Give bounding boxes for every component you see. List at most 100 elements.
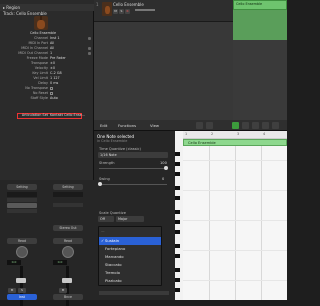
menu-separator: —	[101, 229, 105, 233]
midi-in-icon[interactable]	[196, 122, 203, 129]
swing-label: Swing	[99, 177, 110, 181]
octave-gridline	[183, 190, 287, 191]
black-key[interactable]	[175, 254, 180, 258]
black-key[interactable]	[175, 152, 180, 156]
cello-instrument-icon[interactable]	[102, 2, 112, 16]
articulation-item-tremolo[interactable]: Tremolo	[99, 269, 161, 277]
strength-slider-track[interactable]	[99, 168, 167, 169]
articulation-item-staccato[interactable]: Staccato	[99, 261, 161, 269]
track-solo-button[interactable]: S	[119, 9, 124, 14]
strength-value[interactable]: 100	[160, 161, 167, 165]
swing-value[interactable]: 0	[162, 177, 164, 181]
swing-slider-handle[interactable]	[98, 182, 102, 186]
black-key[interactable]	[175, 196, 180, 200]
articulation-item-fortepiano[interactable]: Fortepiano	[99, 245, 161, 253]
param-row-articulation-set: Articulation Set Kontakt Cello Ense...	[0, 113, 94, 118]
no-reset-checkbox[interactable]	[50, 92, 53, 95]
link-icon[interactable]	[242, 122, 249, 129]
midi-region-body[interactable]	[233, 10, 287, 40]
time-quantize-dropdown[interactable]: 1/16 Note	[98, 152, 168, 158]
audio-fx-slot[interactable]	[53, 203, 83, 207]
bar-label: 2	[211, 132, 214, 136]
view-menu[interactable]: View	[150, 122, 159, 129]
empty-track-lane[interactable]	[94, 22, 233, 120]
articulation-item-marcando[interactable]: Marcando	[99, 253, 161, 261]
track-number: 1	[96, 2, 99, 7]
bar-label: 4	[263, 132, 266, 136]
catch-icon[interactable]	[232, 122, 239, 129]
pointer-tool-icon[interactable]	[252, 122, 259, 129]
pan-knob[interactable]	[16, 246, 28, 258]
no-transpose-checkbox[interactable]	[50, 87, 53, 90]
midi-region[interactable]: Cello Ensemble	[233, 0, 287, 10]
zoom-icon[interactable]	[272, 122, 279, 129]
volume-fader-handle[interactable]	[62, 278, 72, 283]
setting-button[interactable]: Setting	[7, 184, 37, 190]
solo-button[interactable]: S	[18, 288, 26, 293]
channel-strip-instrument: Setting Read 0.0 M S Inst	[2, 180, 46, 306]
black-key[interactable]	[175, 172, 180, 176]
param-label: Staff Style	[30, 96, 49, 100]
bar-label: 1	[185, 132, 188, 136]
black-key[interactable]	[175, 186, 180, 190]
velocity-bar[interactable]	[99, 291, 169, 295]
articulation-set-value[interactable]: Kontakt Cello Ense...	[50, 113, 85, 118]
automation-read-button[interactable]: Read	[7, 238, 37, 244]
scale-quantize-root-dropdown[interactable]: Off	[98, 216, 114, 222]
param-row-staff-style: Staff Style Auto	[0, 96, 94, 101]
black-key[interactable]	[175, 220, 180, 224]
black-key[interactable]	[175, 162, 180, 166]
edit-menu[interactable]: Edit	[100, 122, 107, 129]
midi-fx-slot[interactable]	[7, 198, 37, 202]
piano-roll-region-header[interactable]: Cello Ensemble	[183, 139, 287, 146]
stepper-icon[interactable]	[88, 47, 91, 50]
region-name: Cello Ensemble	[188, 141, 216, 145]
scale-quantize-type-dropdown[interactable]: Major	[116, 216, 144, 222]
black-key[interactable]	[175, 244, 180, 248]
automation-read-button[interactable]: Read	[53, 238, 83, 244]
piano-keyboard[interactable]	[175, 131, 183, 300]
pan-knob[interactable]	[62, 246, 74, 258]
volume-fader-track	[66, 266, 69, 306]
param-value[interactable]: Auto	[50, 96, 58, 101]
track-mute-button[interactable]: M	[113, 9, 118, 14]
cello-track-icon[interactable]	[34, 16, 48, 30]
mute-button[interactable]: M	[8, 288, 16, 293]
audio-fx-slot[interactable]	[7, 209, 37, 213]
param-label: Articulation Set	[21, 113, 48, 117]
bar-ruler[interactable]	[183, 131, 287, 139]
cello-body-icon	[105, 6, 110, 14]
snap-icon[interactable]	[206, 122, 213, 129]
octave-gridline	[183, 160, 287, 161]
black-key[interactable]	[175, 210, 180, 214]
functions-menu[interactable]: Functions	[118, 122, 136, 129]
octave-gridline	[183, 280, 287, 281]
volume-fader-handle[interactable]	[16, 278, 26, 283]
setting-button[interactable]: Setting	[53, 184, 83, 190]
octave-gridline	[183, 220, 287, 221]
mute-button[interactable]: M	[59, 288, 67, 293]
track-record-button[interactable]: R	[125, 9, 130, 14]
articulation-item-sustain[interactable]: ✓ Sustain	[99, 237, 161, 245]
eq-display[interactable]	[7, 192, 37, 197]
bar-gridline	[209, 146, 210, 300]
black-key[interactable]	[175, 288, 180, 292]
black-key[interactable]	[175, 268, 180, 272]
pencil-tool-icon[interactable]	[262, 122, 269, 129]
swing-slider-track[interactable]	[99, 184, 167, 185]
stepper-icon[interactable]	[88, 37, 91, 40]
strength-label: Strength	[99, 161, 115, 165]
track-name[interactable]: Cello Ensemble	[113, 2, 144, 7]
stereo-out-button[interactable]: Stereo Out	[53, 225, 83, 231]
stepper-icon[interactable]	[88, 52, 91, 55]
bar-gridline	[261, 146, 262, 300]
instrument-plugin-slot[interactable]	[7, 203, 37, 208]
volume-fader-track	[20, 266, 23, 306]
region-header[interactable]: ▸ Region	[0, 4, 94, 11]
black-key[interactable]	[175, 230, 180, 234]
articulation-item-pizzicato[interactable]: Pizzicato	[99, 277, 161, 285]
track-volume-slider[interactable]	[135, 9, 155, 11]
eq-display[interactable]	[53, 192, 83, 197]
black-key[interactable]	[175, 278, 180, 282]
strength-slider-handle[interactable]	[164, 166, 168, 170]
